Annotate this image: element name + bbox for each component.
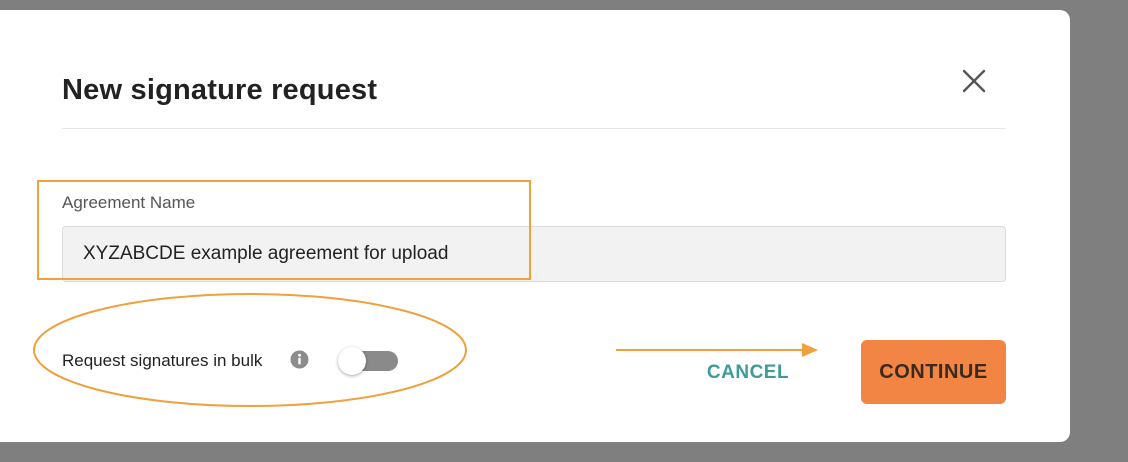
signature-request-dialog: New signature request Agreement Name Req… bbox=[0, 10, 1070, 442]
header-divider bbox=[62, 128, 1006, 129]
bulk-signatures-toggle[interactable] bbox=[338, 347, 398, 375]
dialog-title: New signature request bbox=[62, 74, 378, 106]
toggle-knob bbox=[338, 347, 366, 375]
close-button[interactable] bbox=[958, 65, 990, 97]
agreement-name-input[interactable] bbox=[62, 226, 1006, 282]
continue-button[interactable]: CONTINUE bbox=[861, 340, 1006, 404]
info-icon[interactable] bbox=[290, 350, 309, 369]
bulk-signatures-label: Request signatures in bulk bbox=[62, 351, 263, 370]
cancel-button[interactable]: CANCEL bbox=[700, 353, 796, 393]
close-icon bbox=[962, 69, 986, 93]
agreement-name-label: Agreement Name bbox=[62, 193, 196, 212]
